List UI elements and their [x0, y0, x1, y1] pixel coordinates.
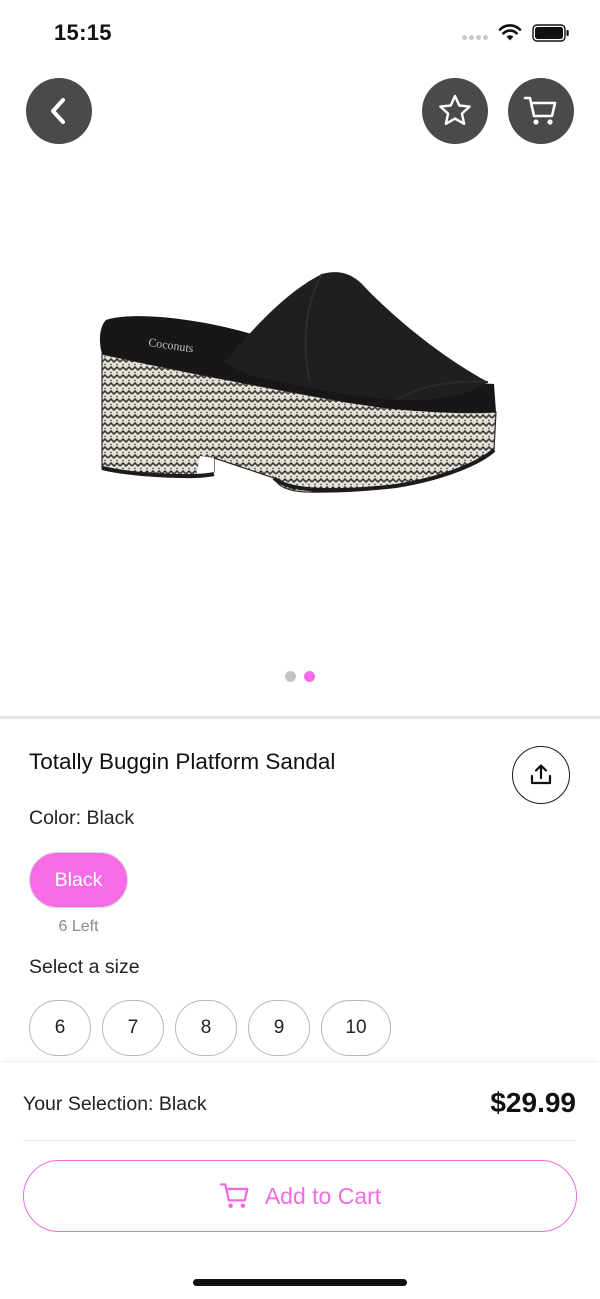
home-indicator[interactable] [193, 1279, 407, 1286]
status-time: 15:15 [54, 20, 112, 45]
image-pager[interactable] [285, 671, 317, 683]
size-option-10[interactable]: 10 [321, 1000, 391, 1056]
panel-divider [23, 1140, 576, 1141]
status-bar: 15:15 [0, 0, 600, 66]
size-option-7[interactable]: 7 [102, 1000, 164, 1056]
star-icon [439, 94, 471, 125]
size-option-9[interactable]: 9 [248, 1000, 310, 1056]
wifi-icon [498, 24, 522, 41]
cart-icon [219, 1183, 249, 1208]
signal-dots-icon [462, 35, 490, 41]
size-option-6[interactable]: 6 [29, 1000, 91, 1056]
product-title: Totally Buggin Platform Sandal [29, 749, 336, 774]
size-label: Select a size [29, 956, 140, 978]
color-option-black[interactable]: Black [29, 852, 128, 908]
chevron-left-icon [51, 98, 65, 124]
add-to-cart-button[interactable]: Add to Cart [23, 1160, 577, 1232]
cart-button[interactable] [508, 78, 574, 144]
battery-icon [532, 24, 569, 42]
color-label: Color: Black [29, 807, 134, 830]
section-divider [0, 716, 600, 719]
share-icon [530, 764, 552, 785]
selection-summary: Your Selection: Black [23, 1093, 207, 1116]
cart-icon [523, 96, 557, 125]
color-label-prefix: Color: [29, 807, 82, 829]
selection-label: Your Selection: [23, 1093, 154, 1115]
price: $29.99 [490, 1087, 576, 1118]
stock-count: 6 Left [58, 918, 99, 935]
color-label-value: Black [86, 807, 135, 829]
back-button[interactable] [26, 78, 92, 144]
pager-dot-2[interactable] [304, 671, 315, 682]
size-option-8[interactable]: 8 [175, 1000, 237, 1056]
selection-value: Black [158, 1093, 207, 1115]
product-image[interactable]: Coconuts [96, 262, 502, 514]
pager-dot-1[interactable] [285, 671, 296, 682]
favorite-button[interactable] [422, 78, 488, 144]
add-to-cart-label: Add to Cart [264, 1182, 382, 1209]
share-button[interactable] [512, 746, 570, 804]
